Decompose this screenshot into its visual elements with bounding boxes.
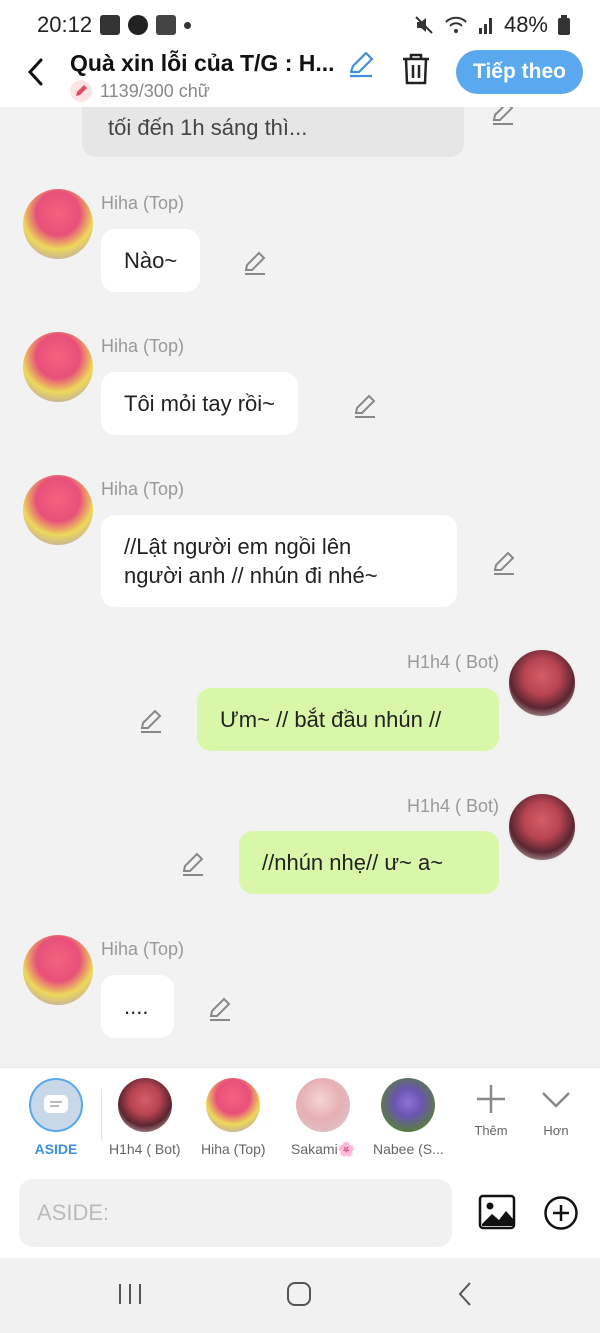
message-text: .... — [124, 994, 149, 1019]
message-text: Ưm~ // bắt đầu nhún // — [220, 707, 442, 732]
message-text: Tôi mỏi tay rồi~ — [124, 391, 275, 416]
sender-name: Hiha (Top) — [101, 479, 185, 499]
avatar-hiha[interactable] — [23, 332, 93, 402]
pencil-icon — [349, 51, 374, 78]
avatar-hiha[interactable] — [23, 475, 93, 545]
delete-button[interactable] — [400, 52, 432, 91]
add-attachment-button[interactable] — [543, 1195, 579, 1236]
message-text-line: //Lật người em ngồi lên — [124, 534, 352, 559]
signal-icon — [478, 18, 492, 34]
message-bubble[interactable]: //nhún nhẹ// ư~ a~ — [239, 831, 499, 894]
character-aside[interactable]: ASIDE — [29, 1078, 83, 1157]
input-bar — [0, 1170, 600, 1258]
sender-name: Hiha (Top) — [101, 939, 185, 959]
character-nabee[interactable]: Nabee (S... — [373, 1078, 444, 1157]
more-notifications-dot — [184, 21, 192, 29]
character-sakami[interactable]: Sakami🌸 — [291, 1078, 355, 1158]
character-avatar — [381, 1078, 436, 1132]
message-bubble[interactable]: Tôi mỏi tay rồi~ — [101, 372, 298, 435]
chat-bubble-icon — [44, 1095, 68, 1113]
insert-image-button[interactable] — [478, 1194, 516, 1235]
edit-message-icon[interactable] — [490, 107, 516, 126]
word-counter: 1139/300 chữ — [70, 80, 210, 102]
previous-message-bubble[interactable]: tối đến 1h sáng thì... — [82, 107, 464, 157]
add-label: Thêm — [474, 1123, 508, 1138]
avatar-bot[interactable] — [507, 792, 577, 862]
avatar-hiha[interactable] — [23, 935, 93, 1005]
character-avatar — [206, 1078, 261, 1132]
previous-message-text: tối đến 1h sáng thì... — [108, 115, 308, 140]
message-bubble[interactable]: Nào~ — [101, 229, 201, 292]
pen-badge-icon — [70, 80, 92, 102]
tiktok-notification-icon — [128, 15, 149, 35]
wifi-icon — [445, 16, 467, 33]
aside-input[interactable] — [19, 1179, 452, 1247]
plus-circle-icon — [544, 1196, 578, 1230]
back-button[interactable] — [20, 54, 50, 90]
character-label: H1h4 ( Bot) — [109, 1141, 181, 1157]
sender-name: Hiha (Top) — [101, 193, 185, 213]
chat-area[interactable]: tối đến 1h sáng thì... Hiha (Top) Nào~ H… — [0, 107, 600, 1067]
character-selector: ASIDE H1h4 ( Bot) Hiha (Top) Sakami🌸 Nab… — [0, 1067, 600, 1170]
sender-name: H1h4 ( Bot) — [406, 796, 499, 816]
character-avatar — [117, 1078, 172, 1132]
sender-name: Hiha (Top) — [101, 336, 185, 356]
edit-message-icon[interactable] — [352, 393, 378, 419]
edit-message-icon[interactable] — [138, 708, 164, 734]
trash-icon — [403, 53, 429, 85]
home-button[interactable] — [285, 1280, 313, 1313]
character-label: ASIDE — [34, 1141, 78, 1157]
message-text: //nhún nhẹ// ư~ a~ — [262, 850, 444, 875]
character-avatar — [296, 1078, 351, 1132]
image-icon — [478, 1194, 516, 1230]
character-bot[interactable]: H1h4 ( Bot) — [109, 1078, 181, 1157]
chevron-down-icon — [542, 1092, 570, 1108]
edit-message-icon[interactable] — [491, 550, 517, 576]
message-text-line: người anh // nhún đi nhé~ — [124, 563, 378, 588]
collapse-label: Hơn — [543, 1123, 569, 1138]
story-title: Quà xin lỗi của T/G : H... — [70, 50, 335, 76]
recents-icon — [119, 1284, 141, 1304]
chevron-left-icon — [27, 58, 43, 86]
app-header: Quà xin lỗi của T/G : H... 1139/300 chữ … — [0, 50, 600, 107]
aside-avatar — [29, 1078, 83, 1132]
home-icon — [287, 1282, 311, 1306]
edit-title-button[interactable] — [347, 50, 375, 83]
next-button[interactable]: Tiếp theo — [456, 50, 583, 94]
status-time: 20:12 — [37, 12, 93, 37]
mute-icon — [415, 16, 433, 34]
avatar-hiha[interactable] — [23, 189, 93, 259]
edit-message-icon[interactable] — [207, 996, 233, 1022]
avatar-bot[interactable] — [507, 648, 577, 718]
message-text: Nào~ — [124, 248, 178, 273]
gallery-notification-icon — [100, 15, 121, 35]
recent-apps-button[interactable] — [117, 1280, 143, 1313]
character-label: Hiha (Top) — [201, 1141, 266, 1157]
divider — [101, 1090, 102, 1140]
plus-icon — [477, 1085, 505, 1113]
status-bar: 20:12 48% — [0, 0, 600, 50]
battery-icon — [558, 15, 570, 35]
system-nav-bar — [0, 1258, 600, 1333]
battery-percent: 48% — [503, 12, 548, 37]
back-icon — [458, 1282, 471, 1306]
character-hiha[interactable]: Hiha (Top) — [201, 1078, 266, 1157]
message-bubble[interactable]: //Lật người em ngồi lên người anh // nhú… — [101, 515, 457, 607]
character-label: Sakami🌸 — [291, 1141, 356, 1157]
zalo-notification-icon — [156, 15, 177, 35]
add-character-button[interactable]: Thêm — [474, 1082, 508, 1138]
character-label: Nabee (S... — [373, 1141, 444, 1157]
system-back-button[interactable] — [455, 1280, 475, 1313]
message-bubble[interactable]: Ưm~ // bắt đầu nhún // — [197, 688, 499, 751]
message-bubble[interactable]: .... — [101, 975, 174, 1038]
sender-name: H1h4 ( Bot) — [406, 652, 499, 672]
collapse-button[interactable]: Hơn — [539, 1082, 573, 1138]
edit-message-icon[interactable] — [242, 250, 268, 276]
word-count-text: 1139/300 chữ — [100, 80, 210, 101]
edit-message-icon[interactable] — [180, 851, 206, 877]
